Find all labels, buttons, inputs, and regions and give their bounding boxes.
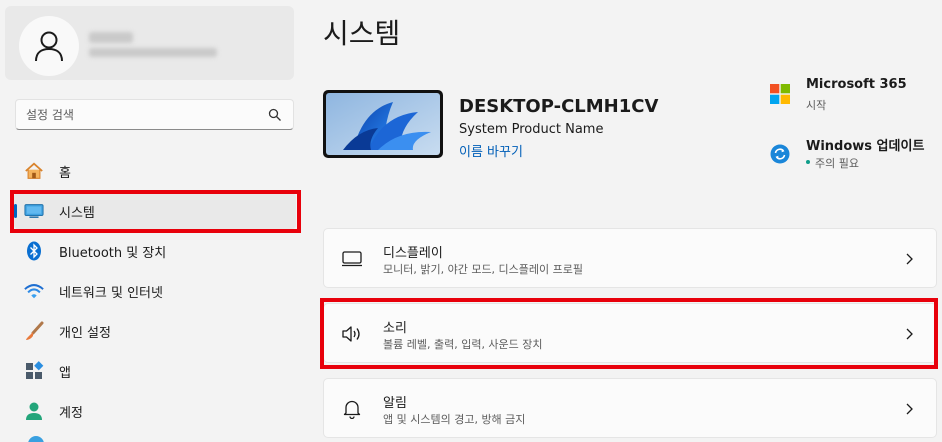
user-profile-card[interactable] <box>5 6 294 80</box>
sidebar: 홈 시스템 Bluetooth 및 장치 <box>0 0 310 442</box>
sidebar-item-label: Bluetooth 및 장치 <box>59 245 167 261</box>
search-icon[interactable] <box>268 108 282 122</box>
sidebar-item-system[interactable]: 시스템 <box>14 193 296 229</box>
settings-search-box[interactable] <box>15 99 294 130</box>
sidebar-item-personalization[interactable]: 개인 설정 <box>14 313 296 349</box>
sidebar-item-label: 계정 <box>59 405 83 421</box>
chevron-right-icon <box>906 253 913 265</box>
setting-description: 볼륨 레벨, 출력, 입력, 사운드 장치 <box>383 338 543 351</box>
sidebar-item-label: 시스템 <box>59 205 95 221</box>
avatar[interactable] <box>19 16 79 76</box>
page-title: 시스템 <box>323 17 401 50</box>
device-thumbnail <box>323 90 443 158</box>
windows-update-icon <box>770 144 790 168</box>
sidebar-item-label: 홈 <box>59 165 71 181</box>
microsoft-365-subtitle: 시작 <box>806 99 827 112</box>
sidebar-item-accounts[interactable]: 계정 <box>14 393 296 429</box>
apps-icon <box>24 361 44 380</box>
network-icon <box>24 282 44 300</box>
sidebar-item-partial <box>28 436 44 442</box>
chevron-right-icon <box>906 328 913 340</box>
person-icon <box>35 31 63 62</box>
sidebar-item-home[interactable]: 홈 <box>14 153 296 189</box>
device-name: DESKTOP-CLMH1CV <box>459 96 659 117</box>
rename-link[interactable]: 이름 바꾸기 <box>459 141 523 160</box>
status-dot <box>806 160 810 164</box>
sidebar-item-apps[interactable]: 앱 <box>14 353 296 389</box>
system-icon <box>24 202 44 220</box>
microsoft-365-title: Microsoft 365 <box>806 77 907 92</box>
sidebar-item-label: 네트워크 및 인터넷 <box>59 285 163 301</box>
selection-indicator <box>14 204 17 218</box>
bluetooth-icon <box>24 241 44 261</box>
sidebar-item-label: 앱 <box>59 365 71 381</box>
microsoft-logo-icon <box>770 84 790 108</box>
search-input[interactable] <box>26 106 256 124</box>
device-model: System Product Name <box>459 122 604 137</box>
windows-update-card[interactable]: Windows 업데이트 주의 필요 <box>768 133 938 173</box>
setting-sound[interactable]: 소리 볼륨 레벨, 출력, 입력, 사운드 장치 <box>323 303 937 363</box>
display-icon <box>341 249 363 269</box>
bell-icon <box>341 399 363 419</box>
user-name-blurred <box>89 32 133 43</box>
setting-title: 디스플레이 <box>383 246 443 261</box>
home-icon <box>24 162 44 180</box>
setting-title: 알림 <box>383 396 407 411</box>
windows-update-title: Windows 업데이트 <box>806 139 925 154</box>
windows-update-subtitle: 주의 필요 <box>815 157 859 170</box>
setting-title: 소리 <box>383 321 407 336</box>
setting-description: 모니터, 밝기, 야간 모드, 디스플레이 프로필 <box>383 263 584 276</box>
microsoft-365-card[interactable]: Microsoft 365 시작 <box>768 75 938 115</box>
user-email-blurred <box>89 48 217 57</box>
setting-description: 앱 및 시스템의 경고, 방해 금지 <box>383 413 526 426</box>
brush-icon <box>24 321 44 340</box>
setting-notifications[interactable]: 알림 앱 및 시스템의 경고, 방해 금지 <box>323 378 937 438</box>
sidebar-item-bluetooth[interactable]: Bluetooth 및 장치 <box>14 233 296 269</box>
chevron-right-icon <box>906 403 913 415</box>
sidebar-item-network[interactable]: 네트워크 및 인터넷 <box>14 273 296 309</box>
speaker-icon <box>341 324 363 344</box>
sidebar-item-label: 개인 설정 <box>59 325 111 341</box>
setting-display[interactable]: 디스플레이 모니터, 밝기, 야간 모드, 디스플레이 프로필 <box>323 228 937 288</box>
account-icon <box>24 402 44 420</box>
